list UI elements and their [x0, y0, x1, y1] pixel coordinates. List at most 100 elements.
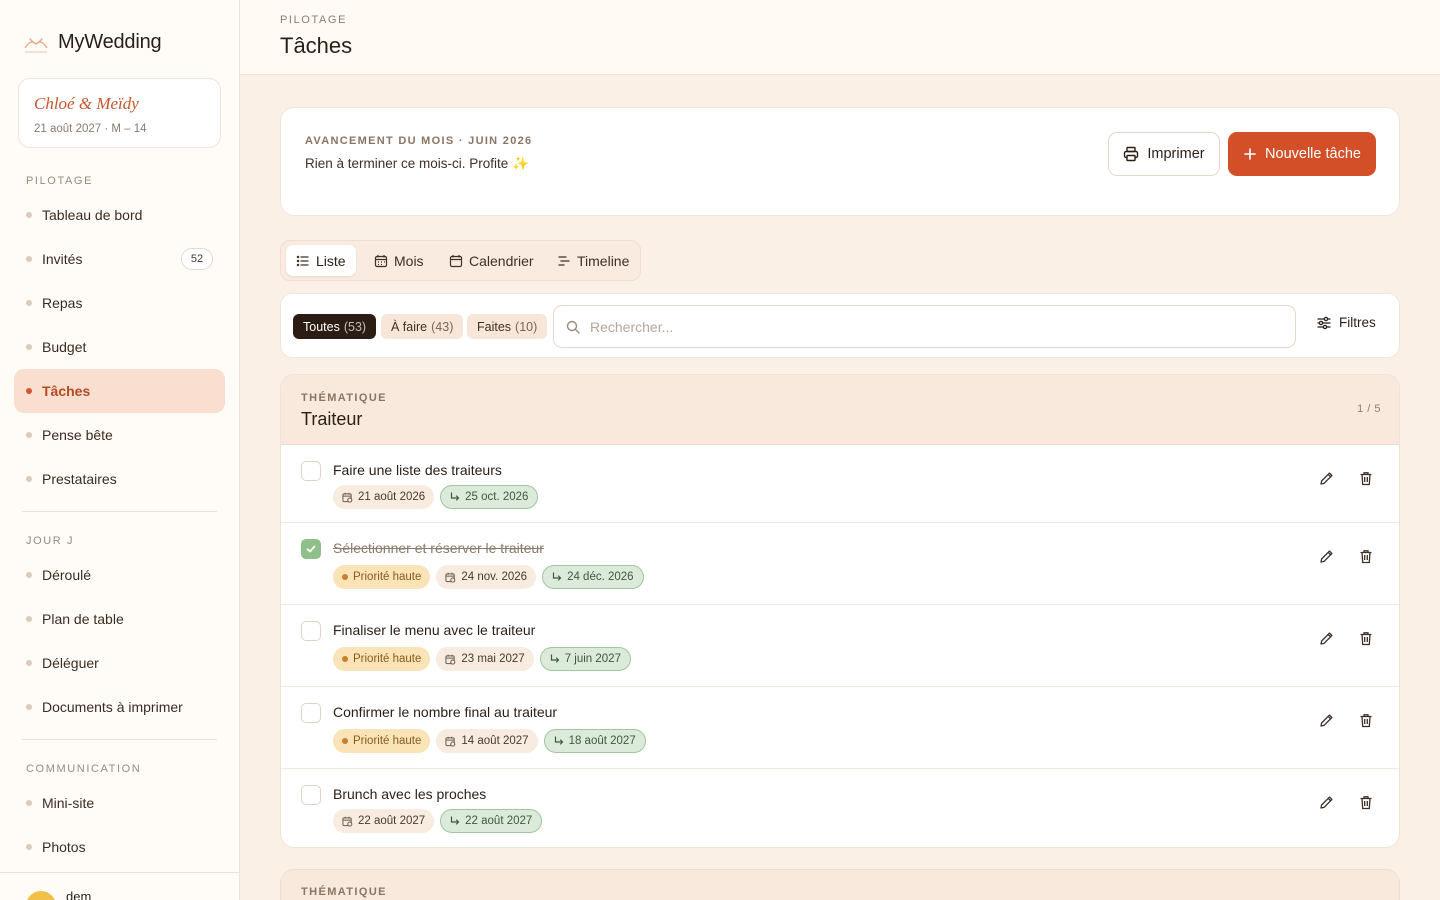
task-group-next[interactable]: THÉMATIQUE — [280, 869, 1400, 900]
start-date-tag: 23 mai 2027 — [436, 647, 534, 671]
task-checkbox-checked[interactable] — [301, 539, 321, 559]
edit-button[interactable] — [1317, 793, 1335, 811]
timeline-icon — [558, 255, 570, 266]
tab-month[interactable]: Mois — [364, 245, 434, 276]
plus-icon — [1244, 148, 1256, 160]
calendar-clock-icon — [445, 572, 456, 583]
chip-count: (43) — [431, 319, 454, 334]
print-button[interactable]: Imprimer — [1108, 132, 1220, 176]
month-progress-card: AVANCEMENT DU MOIS · JUIN 2026 Rien à te… — [280, 107, 1400, 216]
sidebar-item-tasks[interactable]: Tâches — [14, 369, 225, 413]
tab-label: Timeline — [577, 252, 630, 269]
task-title[interactable]: Finaliser le menu avec le traiteur — [333, 622, 535, 638]
task-tags: Priorité haute 24 nov. 2026 24 déc. 2026 — [333, 565, 644, 589]
chip-count: (10) — [515, 319, 538, 334]
tab-calendar[interactable]: Calendrier — [439, 245, 544, 276]
sidebar-item-minisite[interactable]: Mini-site — [14, 781, 225, 825]
search-field[interactable] — [553, 305, 1296, 348]
arrow-return-icon — [554, 736, 563, 745]
sidebar-item-photos[interactable]: Photos — [14, 825, 225, 869]
bullet-icon — [26, 432, 32, 438]
priority-tag: Priorité haute — [333, 729, 431, 753]
sidebar-item-print-docs[interactable]: Documents à imprimer — [14, 685, 225, 729]
priority-tag: Priorité haute — [333, 565, 431, 589]
task-title[interactable]: Faire une liste des traiteurs — [333, 462, 502, 478]
sidebar-item-label: Prestataires — [42, 471, 117, 487]
tab-timeline[interactable]: Timeline — [547, 245, 639, 276]
app-name: MyWedding — [58, 30, 162, 53]
tab-label: Calendrier — [469, 252, 534, 269]
task-row: Brunch avec les proches 22 août 2027 22 … — [281, 769, 1399, 847]
start-date: 23 mai 2027 — [461, 653, 525, 665]
user-menu[interactable]: dem — [0, 872, 239, 900]
search-input[interactable] — [590, 318, 1270, 335]
brand[interactable]: MyWedding — [22, 28, 162, 56]
sidebar-item-budget[interactable]: Budget — [14, 325, 225, 369]
task-title[interactable]: Brunch avec les proches — [333, 786, 486, 802]
priority-tag: Priorité haute — [333, 647, 431, 671]
sidebar-item-vendors[interactable]: Prestataires — [14, 457, 225, 501]
filter-chip-todo[interactable]: À faire (43) — [381, 314, 464, 339]
edit-button[interactable] — [1317, 469, 1335, 487]
bullet-icon — [26, 256, 32, 262]
due-date: 22 août 2027 — [465, 815, 533, 827]
delete-button[interactable] — [1357, 629, 1375, 647]
task-group-traiteur: THÉMATIQUE Traiteur 1 / 5 Faire une list… — [280, 374, 1400, 848]
priority-label: Priorité haute — [353, 735, 422, 747]
task-title[interactable]: Confirmer le nombre final au traiteur — [333, 704, 557, 720]
couple-card[interactable]: Chloé & Meïdy 21 août 2027 · M – 14 — [18, 78, 221, 148]
bullet-icon — [26, 572, 32, 578]
sidebar-item-label: Déléguer — [42, 655, 99, 671]
filter-chip-done[interactable]: Faites (10) — [467, 314, 548, 339]
sidebar-item-notes[interactable]: Pense bête — [14, 413, 225, 457]
due-date-tag: 24 déc. 2026 — [542, 565, 644, 589]
search-icon — [566, 320, 580, 334]
pencil-icon — [1319, 795, 1333, 809]
row-actions — [1317, 711, 1375, 729]
start-date-tag: 21 août 2026 — [333, 485, 435, 509]
start-date: 22 août 2027 — [358, 815, 426, 827]
filters-button[interactable]: Filtres — [1317, 315, 1376, 330]
edit-button[interactable] — [1317, 547, 1335, 565]
sidebar-item-label: Repas — [42, 295, 83, 311]
sidebar-item-dashboard[interactable]: Tableau de bord — [14, 193, 225, 237]
bullet-icon — [26, 800, 32, 806]
nav-section-jour-j: JOUR J — [26, 535, 75, 547]
sidebar-item-meals[interactable]: Repas — [14, 281, 225, 325]
due-date: 18 août 2027 — [568, 735, 636, 747]
sidebar-item-label: Mini-site — [42, 795, 95, 811]
task-title[interactable]: Sélectionner et réserver le traiteur — [333, 540, 544, 556]
filter-chip-all[interactable]: Toutes (53) — [293, 314, 377, 339]
group-header[interactable]: THÉMATIQUE Traiteur 1 / 5 — [281, 375, 1399, 445]
delete-button[interactable] — [1357, 711, 1375, 729]
tab-label: Mois — [394, 252, 424, 269]
task-checkbox[interactable] — [301, 785, 321, 805]
delete-button[interactable] — [1357, 547, 1375, 565]
task-checkbox[interactable] — [301, 461, 321, 481]
task-checkbox[interactable] — [301, 703, 321, 723]
edit-button[interactable] — [1317, 711, 1335, 729]
calendar-clock-icon — [445, 654, 456, 665]
priority-dot-icon — [342, 656, 348, 662]
tab-list[interactable]: Liste — [286, 245, 356, 276]
sidebar-item-schedule[interactable]: Déroulé — [14, 553, 225, 597]
delete-button[interactable] — [1357, 793, 1375, 811]
page-header: PILOTAGE Tâches — [240, 0, 1440, 75]
sidebar-item-delegate[interactable]: Déléguer — [14, 641, 225, 685]
new-task-button[interactable]: Nouvelle tâche — [1228, 132, 1376, 176]
sidebar-item-seating[interactable]: Plan de table — [14, 597, 225, 641]
task-tags: 22 août 2027 22 août 2027 — [333, 809, 543, 833]
pencil-icon — [1319, 713, 1333, 727]
task-row: Faire une liste des traiteurs 21 août 20… — [281, 445, 1399, 523]
task-checkbox[interactable] — [301, 621, 321, 641]
sidebar-item-guests[interactable]: Invités 52 — [14, 237, 225, 281]
start-date: 21 août 2026 — [358, 491, 426, 503]
trash-icon — [1360, 549, 1372, 563]
filters-button-label: Filtres — [1339, 315, 1376, 330]
edit-button[interactable] — [1317, 629, 1335, 647]
chip-label: Faites — [477, 319, 512, 334]
new-task-button-label: Nouvelle tâche — [1265, 146, 1361, 162]
bullet-icon — [26, 300, 32, 306]
arrow-return-icon — [451, 492, 460, 501]
delete-button[interactable] — [1357, 469, 1375, 487]
